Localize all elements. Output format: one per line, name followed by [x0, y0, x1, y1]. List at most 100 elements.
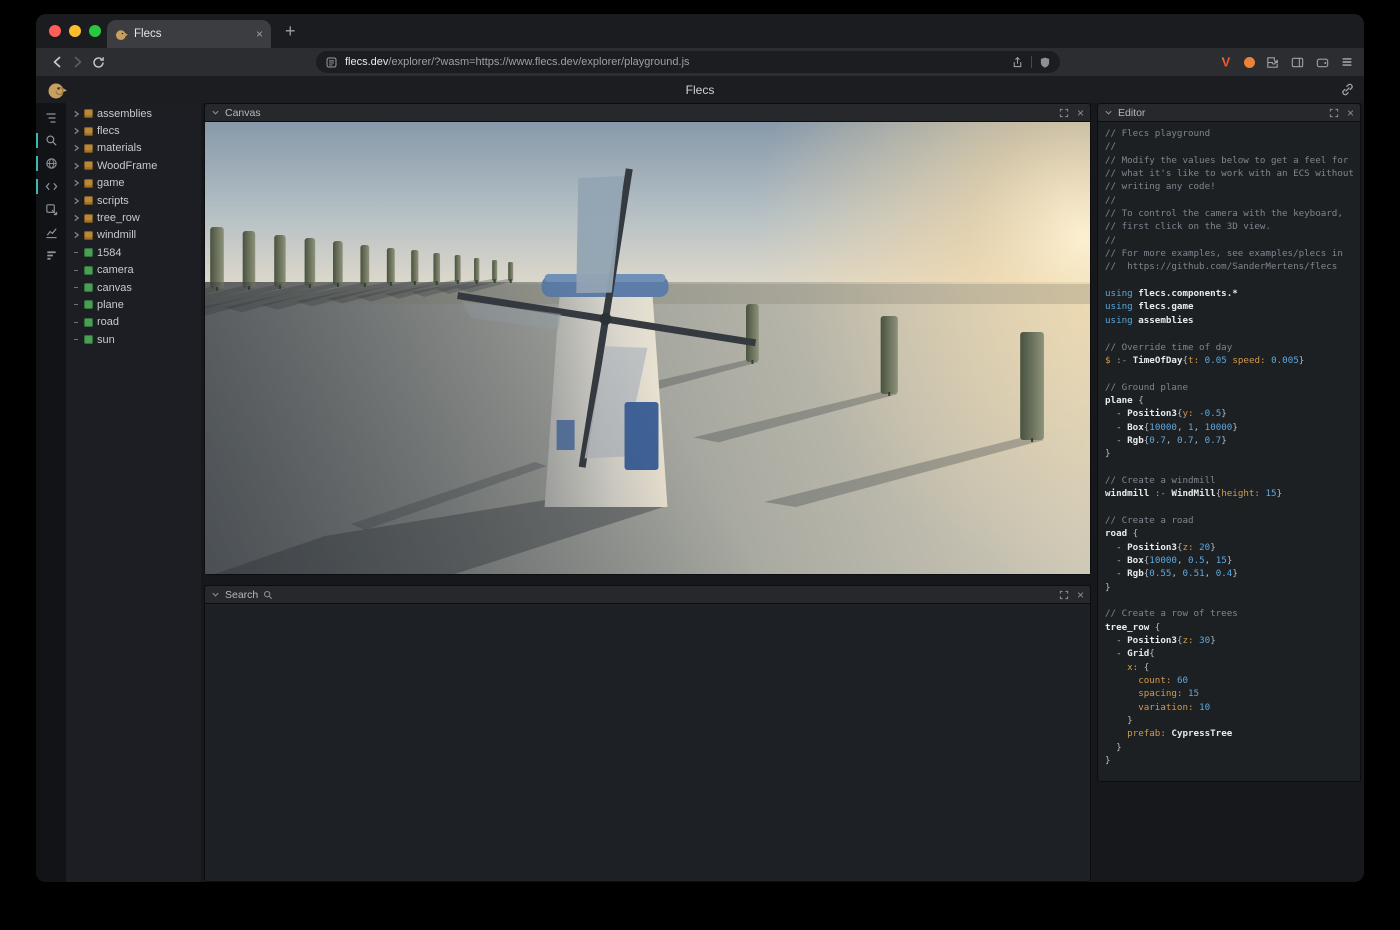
entity-icon	[84, 300, 93, 309]
leaf-dash-icon	[72, 322, 80, 323]
new-tab-button[interactable]: +	[285, 21, 296, 42]
leaf-dash-icon	[72, 270, 80, 271]
entity-icon	[84, 248, 93, 257]
wallet-icon[interactable]	[1315, 55, 1330, 70]
window-controls	[49, 25, 101, 37]
tree-item[interactable]: scripts	[66, 192, 201, 209]
url-bar[interactable]: flecs.dev/explorer/?wasm=https://www.fle…	[316, 51, 1060, 73]
reader-mode-icon[interactable]	[325, 56, 338, 69]
shields-icon[interactable]	[1039, 56, 1051, 69]
tree-item[interactable]: WoodFrame	[66, 157, 201, 174]
tree-item-label: plane	[97, 299, 124, 311]
tree-item-label: 1584	[97, 247, 121, 259]
module-icon	[84, 109, 93, 118]
expand-chevron-icon[interactable]	[72, 162, 80, 170]
browser-window: Flecs × + flecs.dev/explorer/?wasm=https…	[36, 14, 1364, 882]
app-content: assemblies flecs materials WoodFrame game scr…	[36, 103, 1364, 882]
browser-tab[interactable]: Flecs ×	[107, 20, 271, 48]
expand-chevron-icon[interactable]	[72, 179, 80, 187]
tree-item[interactable]: canvas	[66, 279, 201, 296]
tree-item-label: windmill	[97, 229, 136, 241]
entity-icon	[84, 283, 93, 292]
module-icon	[84, 196, 93, 205]
editor-code[interactable]: // Flecs playground//// Modify the value…	[1098, 122, 1360, 781]
fullscreen-icon[interactable]	[1329, 108, 1339, 118]
tree-item-label: materials	[97, 142, 142, 154]
expand-chevron-icon[interactable]	[72, 110, 80, 118]
reload-button[interactable]	[88, 51, 109, 73]
share-icon[interactable]	[1011, 56, 1024, 69]
tree-item[interactable]: sun	[66, 331, 201, 348]
tree-item[interactable]: road	[66, 314, 201, 331]
tree-item[interactable]: assemblies	[66, 105, 201, 122]
tree-item[interactable]: windmill	[66, 227, 201, 244]
search-icon	[263, 590, 273, 600]
collapse-chevron-icon[interactable]	[211, 590, 220, 599]
tree-item[interactable]: 1584	[66, 244, 201, 261]
expand-chevron-icon[interactable]	[72, 214, 80, 222]
back-button[interactable]	[46, 51, 67, 73]
tree-item[interactable]: materials	[66, 140, 201, 157]
search-icon[interactable]	[36, 133, 66, 148]
minimize-window-button[interactable]	[69, 25, 81, 37]
search-results-area[interactable]	[205, 604, 1090, 881]
search-panel-header: Search ×	[205, 586, 1090, 604]
leaf-dash-icon	[72, 252, 80, 253]
statistics-icon[interactable]	[36, 248, 66, 263]
3d-canvas[interactable]	[205, 122, 1090, 574]
expand-chevron-icon[interactable]	[72, 231, 80, 239]
close-window-button[interactable]	[49, 25, 61, 37]
tree-item[interactable]: tree_row	[66, 209, 201, 226]
browser-toolbar: flecs.dev/explorer/?wasm=https://www.fle…	[36, 48, 1364, 76]
tree-item-label: canvas	[97, 282, 132, 294]
toolbar-extensions: V	[1218, 54, 1354, 70]
module-icon	[84, 127, 93, 136]
tree-item-label: WoodFrame	[97, 160, 157, 172]
sidebar-panel-icon[interactable]	[1290, 55, 1305, 70]
menu-icon[interactable]	[1340, 55, 1354, 69]
collapse-chevron-icon[interactable]	[1104, 108, 1113, 117]
flecs-logo-icon	[47, 80, 67, 100]
leaf-dash-icon	[72, 304, 80, 305]
entity-icon	[84, 266, 93, 275]
extension-v-icon[interactable]: V	[1218, 54, 1234, 70]
collapse-chevron-icon[interactable]	[211, 108, 220, 117]
tab-close-icon[interactable]: ×	[256, 28, 263, 40]
fullscreen-icon[interactable]	[1059, 108, 1069, 118]
tree-item[interactable]: game	[66, 175, 201, 192]
expand-chevron-icon[interactable]	[72, 144, 80, 152]
close-panel-icon[interactable]: ×	[1347, 107, 1354, 119]
page-header: Flecs	[36, 76, 1364, 103]
tree-item[interactable]: camera	[66, 262, 201, 279]
canvas-panel-header: Canvas ×	[205, 104, 1090, 122]
url-text: flecs.dev/explorer/?wasm=https://www.fle…	[345, 56, 1004, 68]
panel-title: Editor	[1118, 107, 1145, 119]
expand-chevron-icon[interactable]	[72, 127, 80, 135]
expand-chevron-icon[interactable]	[72, 197, 80, 205]
leaf-dash-icon	[72, 287, 80, 288]
world-icon[interactable]	[36, 156, 66, 171]
tree-item[interactable]: plane	[66, 296, 201, 313]
fullscreen-icon[interactable]	[1059, 590, 1069, 600]
tree-item-label: game	[97, 177, 125, 189]
tree-item-label: scripts	[97, 195, 129, 207]
close-panel-icon[interactable]: ×	[1077, 107, 1084, 119]
tree-view-icon[interactable]	[36, 110, 66, 125]
code-icon[interactable]	[36, 179, 66, 194]
tree-item[interactable]: flecs	[66, 122, 201, 139]
tree-item-label: flecs	[97, 125, 120, 137]
forward-button[interactable]	[67, 51, 88, 73]
tree-item-label: camera	[97, 264, 134, 276]
svg-text:V: V	[1222, 55, 1231, 70]
extensions-puzzle-icon[interactable]	[1265, 55, 1280, 70]
divider	[1031, 56, 1032, 68]
3d-scene	[205, 122, 1090, 574]
module-icon	[84, 144, 93, 153]
charts-icon[interactable]	[36, 225, 66, 240]
share-link-icon[interactable]	[1340, 82, 1355, 97]
inspector-icon[interactable]	[36, 202, 66, 217]
extension-dot-icon[interactable]	[1244, 57, 1255, 68]
module-icon	[84, 214, 93, 223]
close-panel-icon[interactable]: ×	[1077, 589, 1084, 601]
zoom-window-button[interactable]	[89, 25, 101, 37]
